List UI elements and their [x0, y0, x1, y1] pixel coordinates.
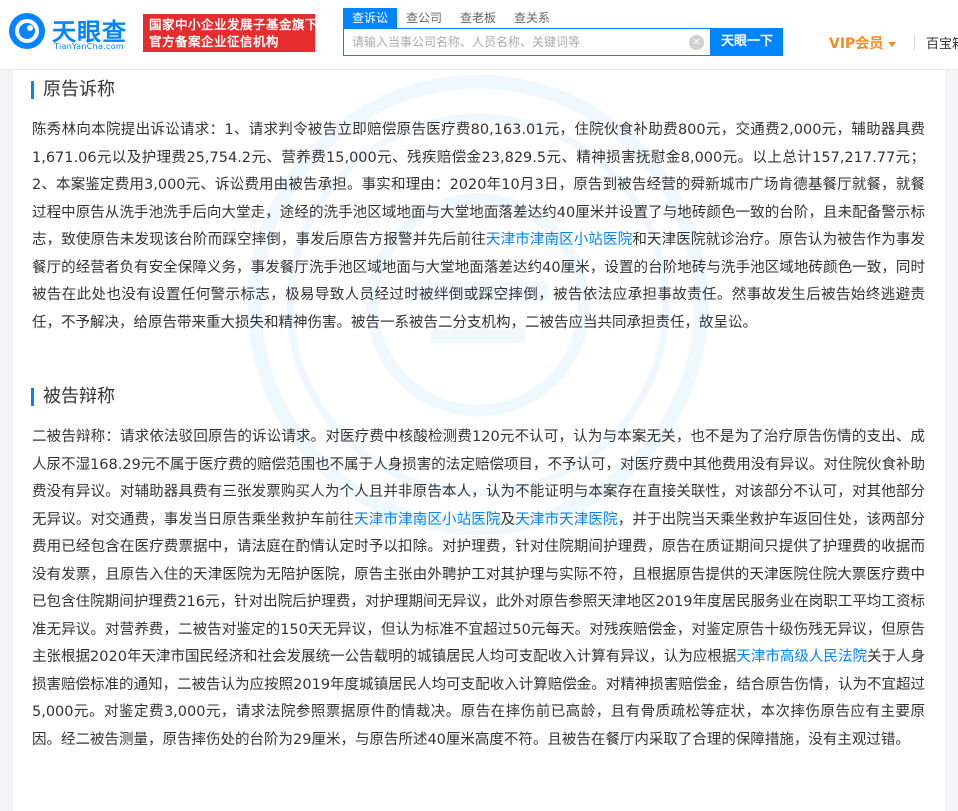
text-segment: ，并于出院当天乘坐救护车返回住处，该两部分费用已经包含在医疗费票据中，请法庭在酌…	[32, 511, 926, 666]
defendant-response-title: 被告辩称	[31, 387, 115, 407]
gov-badge-line1: 国家中小企业发展子基金旗下	[149, 17, 319, 32]
tab-company[interactable]: 查公司	[397, 8, 451, 28]
search-button[interactable]: 天眼一下	[711, 28, 783, 56]
top-header: 天眼查 TianYanCha.com 国家中小企业发展子基金旗下 官方备案企业征…	[0, 0, 958, 70]
gov-badge-line2: 官方备案企业征信机构	[149, 34, 280, 49]
tab-lawsuit[interactable]: 查诉讼	[343, 8, 398, 28]
vip-label: VIP会员	[829, 36, 884, 52]
tab-boss[interactable]: 查老板	[451, 8, 505, 28]
search-input[interactable]	[344, 29, 684, 55]
caret-down-icon	[888, 41, 897, 47]
site-logo[interactable]: 天眼查 TianYanCha.com	[8, 10, 138, 56]
search-tabs: 查诉讼 查公司 查老板 查关系	[343, 8, 559, 28]
text-segment: 及	[500, 511, 516, 528]
plaintiff-claim-title: 原告诉称	[31, 80, 115, 100]
plaintiff-claim-text: 陈秀林向本院提出诉讼请求：1、请求判令被告立即赔偿原告医疗费80,163.01元…	[32, 117, 925, 337]
tab-relation[interactable]: 查关系	[505, 8, 559, 28]
tianyancha-logo-icon	[9, 13, 45, 49]
court-link[interactable]: 天津市高级人民法院	[736, 649, 867, 665]
content-card: 原告诉称 陈秀林向本院提出诉讼请求：1、请求判令被告立即赔偿原告医疗费80,16…	[13, 70, 945, 811]
court-link[interactable]: 天津市天津医院	[515, 512, 618, 528]
clear-icon[interactable]: ✕	[689, 35, 704, 50]
toolbox-link[interactable]: 百宝箱	[926, 33, 958, 52]
header-divider	[914, 34, 915, 50]
court-link[interactable]: 天津市津南区小站医院	[354, 512, 500, 528]
vip-menu[interactable]: VIP会员	[829, 33, 897, 53]
gov-badge: 国家中小企业发展子基金旗下 官方备案企业征信机构	[143, 14, 319, 52]
court-link[interactable]: 天津市津南区小站医院	[486, 232, 632, 248]
search-box: ✕	[343, 28, 711, 56]
defendant-response-text: 二被告辩称：请求依法驳回原告的诉讼请求。对医疗费中核酸检测费120元不认可，认为…	[32, 424, 925, 754]
brand-domain: TianYanCha.com	[54, 42, 124, 51]
text-segment: 陈秀林向本院提出诉讼请求：1、请求判令被告立即赔偿原告医疗费80,163.01元…	[32, 122, 925, 248]
